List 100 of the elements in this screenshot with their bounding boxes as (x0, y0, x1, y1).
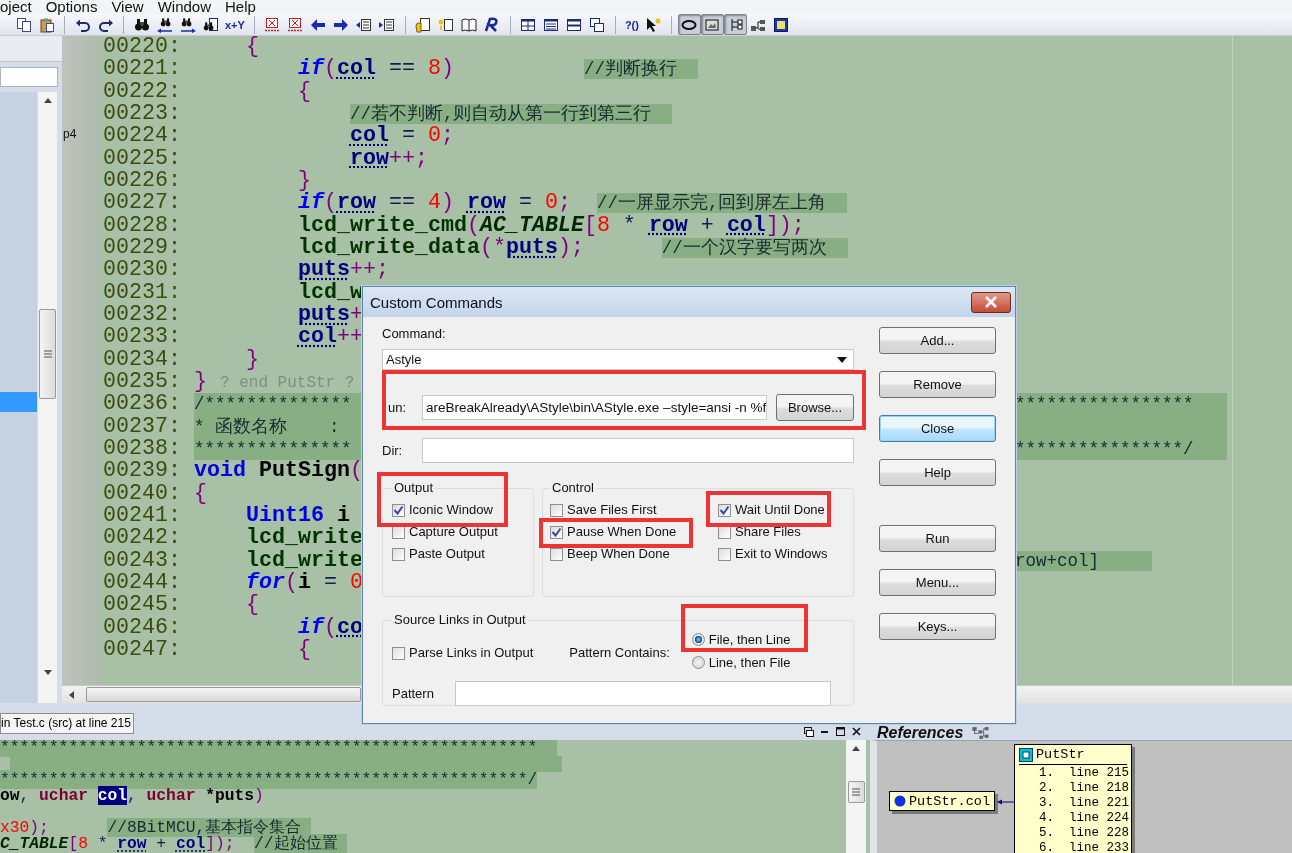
windows-icon (589, 16, 606, 33)
symbol-icon (1019, 747, 1033, 762)
line-number: 00246: (102, 616, 182, 639)
line-number: 00223: (102, 103, 182, 126)
close-icon[interactable] (851, 726, 862, 737)
reference-item[interactable]: 2. line 218 (1019, 781, 1127, 796)
line-number: 00236: (102, 393, 182, 416)
checkbox[interactable] (718, 547, 731, 561)
code-line: { (245, 36, 259, 59)
checkbox[interactable] (550, 525, 563, 539)
input-field[interactable] (0, 67, 58, 87)
field-label: un: (388, 399, 408, 416)
scrollbar[interactable] (37, 92, 57, 703)
field-label: Pattern Contains: (569, 645, 670, 661)
checkbox[interactable] (392, 503, 405, 517)
scrollbar-thumb[interactable] (39, 309, 56, 399)
code-line: C_TABLE[8 * row + col]); //起始位置 (0, 836, 348, 852)
checkbox-label: Paste Output (409, 547, 485, 561)
field-label: Command: (382, 326, 447, 342)
symbol-node[interactable]: PutStr.col (889, 791, 995, 811)
code-line: { (245, 594, 259, 617)
scrollbar-thumb[interactable] (847, 781, 865, 803)
dropdown[interactable]: Astyle (382, 349, 854, 370)
code-line: void PutSign( (194, 460, 363, 483)
maximize-icon[interactable] (835, 726, 846, 737)
close-button[interactable] (971, 291, 1011, 313)
toolbar-button[interactable]: x+Y (222, 14, 248, 35)
indent-icon (379, 16, 396, 33)
browse-button[interactable]: Browse... (776, 394, 854, 421)
radio-label: File, then Line (708, 632, 791, 647)
reference-item[interactable]: 3. line 221 (1019, 796, 1127, 811)
bookmark-arrows-icon (287, 16, 304, 33)
code-line: col++ (297, 326, 363, 349)
scrollbar[interactable] (846, 740, 866, 853)
checkbox[interactable] (392, 646, 405, 660)
swoosh-icon (484, 16, 501, 33)
hierarchy-icon[interactable] (971, 726, 992, 740)
scroll-up-icon[interactable] (850, 744, 862, 753)
toolbar-button[interactable]: ?() (621, 14, 642, 35)
code-line: puts+ (297, 303, 363, 327)
reference-item[interactable]: 6. line 233 (1019, 841, 1127, 853)
menu-item[interactable]: Options (45, 0, 98, 14)
radio-button[interactable] (691, 633, 705, 646)
toolbar-button[interactable] (723, 14, 747, 35)
scroll-left-icon[interactable] (67, 688, 76, 701)
radio-button[interactable] (691, 656, 705, 669)
restore-icon[interactable] (803, 726, 814, 737)
menu-item[interactable]: Window (157, 0, 211, 14)
line-number: 00230: (102, 259, 182, 282)
checkbox[interactable] (392, 547, 405, 561)
checkbox-label: Capture Output (409, 525, 498, 539)
dialog-button[interactable]: Remove (879, 371, 996, 398)
input-field[interactable]: areBreakAlready\AStyle\bin\AStyle.exe –style=ansi -n %f (422, 395, 767, 420)
book-icon (461, 16, 478, 33)
line-number: 00245: (102, 594, 182, 617)
indent-icon (356, 16, 373, 33)
toolbar-button[interactable] (677, 14, 701, 35)
checkbox-label: Share Files (735, 525, 801, 539)
dialog-button[interactable]: Keys... (879, 613, 996, 640)
line-number: 00234: (102, 348, 182, 371)
code-line: col = 0; (349, 125, 454, 148)
scroll-down-icon[interactable] (41, 668, 54, 677)
checkbox[interactable] (550, 503, 563, 517)
bookmark-arrows-icon (264, 16, 281, 33)
window-split-icon (566, 16, 583, 33)
checkbox[interactable] (718, 503, 731, 517)
bookmark-label: p4 (62, 126, 78, 144)
checkbox-label: Exit to Windows (735, 547, 828, 561)
dialog-button[interactable]: Menu... (879, 569, 996, 596)
code-line: lcd_write_cmd(AC_TABLE[8 * row + col]); (297, 214, 805, 237)
dialog-button[interactable]: Add... (879, 327, 996, 354)
binoculars-icon (133, 16, 150, 33)
scroll-up-icon[interactable] (41, 96, 54, 105)
menu-item[interactable]: oject (0, 0, 32, 14)
line-number: 00231: (102, 281, 182, 304)
field-label: Dir: (382, 442, 404, 459)
dialog-button[interactable]: Close (879, 415, 996, 442)
dialog-button[interactable]: Help (879, 459, 996, 486)
line-number: 00247: (102, 638, 182, 662)
menu-item[interactable]: Help (225, 0, 256, 14)
code-line: ow, uchar col, uchar *puts) (0, 788, 264, 804)
menu-item[interactable]: View (111, 0, 144, 14)
field-label: Pattern (392, 685, 435, 702)
code-line: Uint16 i (245, 504, 350, 528)
reference-item[interactable]: 5. line 228 (1019, 826, 1127, 841)
references-node[interactable]: PutStr 1. line 215 2. line 218 3. line 221 4. line 224 5. line 228 6. line 233 (1014, 744, 1132, 853)
grip-icon (850, 787, 862, 797)
code-line: } (245, 348, 259, 371)
reference-item[interactable]: 4. line 224 (1019, 811, 1127, 826)
code-line: lcd_write (245, 527, 363, 550)
scrollbar-thumb[interactable] (86, 687, 361, 702)
input-field[interactable] (422, 438, 854, 463)
code-line: lcd_write (245, 549, 363, 572)
code-line: x30); //8BitMCU,基本指令集合 (0, 820, 311, 836)
panel-tab[interactable]: in Test.c (src) at line 215 (0, 713, 134, 734)
dialog-button[interactable]: Run (879, 525, 996, 552)
input-field[interactable] (455, 681, 831, 706)
line-number: 00239: (102, 460, 182, 483)
reference-item[interactable]: 1. line 215 (1019, 766, 1127, 781)
group-label: Source Links in Output (393, 613, 527, 627)
